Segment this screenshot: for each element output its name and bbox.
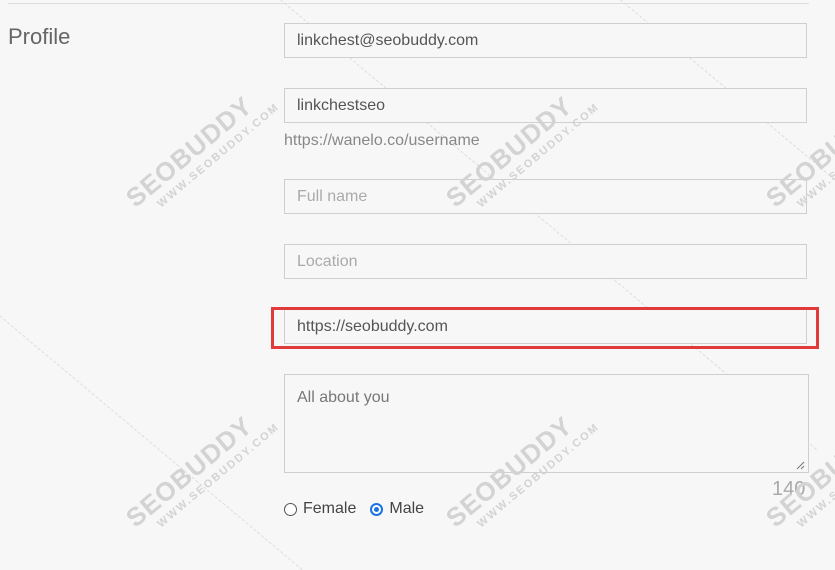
top-divider [8,3,809,4]
full-name-field[interactable] [284,179,807,214]
resize-handle-icon[interactable] [795,460,805,470]
female-radio[interactable] [284,502,297,516]
bio-char-counter: 140 [772,478,806,500]
website-field[interactable] [284,309,807,344]
watermark-line [0,298,304,570]
watermark-logo: SEOBUDDY WWW.SEOBUDDY.COM [120,397,282,543]
watermark-brand: SEOBUDDY [120,410,259,533]
bio-textarea[interactable] [284,374,809,473]
male-radio-label[interactable]: Male [389,500,424,518]
username-field[interactable] [284,88,807,123]
watermark-url: WWW.SEOBUDDY.COM [155,420,283,531]
female-radio-label[interactable]: Female [303,500,356,518]
watermark-logo: SEOBUDDY WWW.SEOBUDDY.COM [120,77,282,223]
username-url-hint: https://wanelo.co/username [284,132,480,149]
male-radio[interactable] [370,502,384,516]
email-field[interactable] [284,23,807,58]
gender-radio-group: Female Male [284,500,438,518]
location-field[interactable] [284,244,807,279]
section-title: Profile [8,24,71,49]
watermark-url: WWW.SEOBUDDY.COM [155,100,283,211]
watermark-brand: SEOBUDDY [120,90,259,213]
